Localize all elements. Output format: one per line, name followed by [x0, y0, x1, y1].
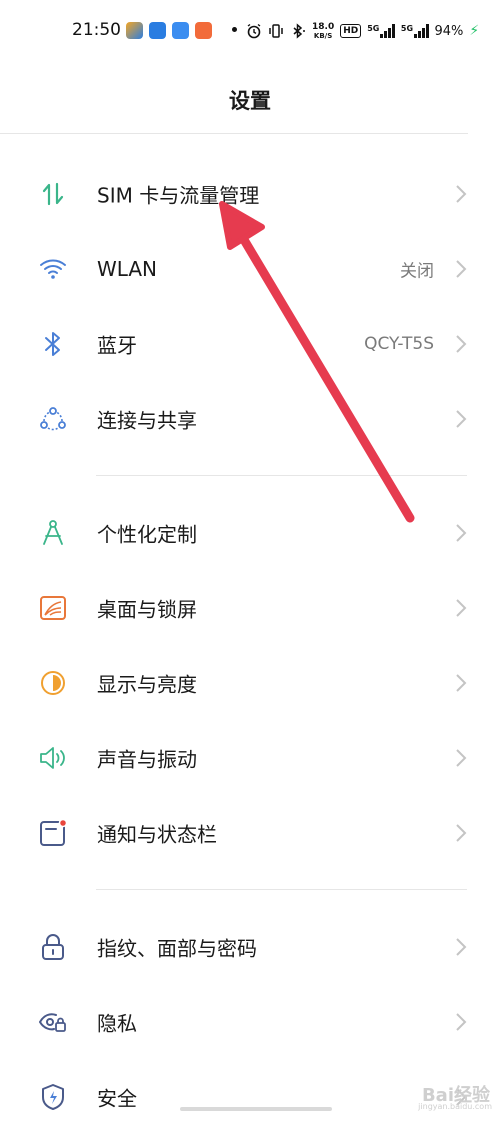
settings-item-label: 显示与亮度: [97, 672, 197, 697]
chevron-right-icon: [456, 674, 467, 692]
privacy-eye-icon: [39, 1013, 66, 1032]
chevron-right-icon: [456, 185, 467, 203]
settings-item-label: WLAN: [97, 257, 158, 281]
notification-dot: [232, 27, 237, 32]
settings-item-privacy[interactable]: 隐私: [0, 985, 500, 1059]
settings-item-notifications[interactable]: 通知与状态栏: [0, 796, 500, 870]
chevron-right-icon: [456, 824, 467, 842]
settings-item-sound[interactable]: 声音与振动: [0, 721, 500, 795]
watermark-url: jingyan.baidu.com: [418, 1102, 492, 1111]
section-divider: [96, 475, 467, 476]
settings-item-display[interactable]: 显示与亮度: [0, 646, 500, 720]
home-indicator[interactable]: [180, 1107, 332, 1111]
settings-item-value: QCY-T5S: [364, 334, 434, 354]
settings-item-label: 个性化定制: [97, 522, 197, 547]
signal-2: 5G: [401, 24, 429, 38]
section-divider: [96, 889, 467, 890]
bluetooth-status-icon: [293, 23, 305, 39]
settings-item-value: 关闭: [400, 261, 434, 282]
speaker-icon: [40, 747, 65, 769]
chevron-right-icon: [456, 260, 467, 278]
app-icon-3: [172, 22, 189, 39]
vibrate-icon: [269, 24, 283, 38]
settings-item-label: SIM 卡与流量管理: [97, 183, 260, 208]
settings-item-label: 指纹、面部与密码: [97, 936, 257, 961]
settings-item-label: 通知与状态栏: [97, 822, 217, 847]
header-divider: [0, 133, 468, 134]
lock-icon: [42, 934, 64, 960]
battery-level: 94%: [434, 23, 464, 39]
page-title: 设置: [229, 89, 271, 113]
sim-data-icon: [42, 182, 64, 206]
status-time: 21:50: [72, 20, 121, 40]
charging-icon: ⚡: [469, 23, 480, 39]
chevron-right-icon: [456, 410, 467, 428]
app-icon-1: [126, 22, 143, 39]
chevron-right-icon: [456, 938, 467, 956]
chevron-right-icon: [456, 749, 467, 767]
settings-item-label: 蓝牙: [97, 333, 137, 358]
status-right-group: 18.0 KB/S HD 5G 5G 94% ⚡: [246, 19, 479, 43]
signal-bars-1-icon: [380, 24, 395, 38]
wifi-icon: [40, 259, 66, 279]
chevron-right-icon: [456, 335, 467, 353]
shield-icon: [42, 1084, 64, 1110]
settings-item-connection[interactable]: 连接与共享: [0, 382, 500, 456]
chevron-right-icon: [456, 599, 467, 617]
signal-bars-2-icon: [414, 24, 429, 38]
settings-item-desktop[interactable]: 桌面与锁屏: [0, 571, 500, 645]
settings-item-label: 连接与共享: [97, 408, 197, 433]
alarm-icon: [247, 23, 261, 39]
compass-icon: [43, 520, 63, 545]
settings-item-label: 隐私: [97, 1011, 137, 1036]
notification-icon: [40, 818, 68, 846]
settings-item-bluetooth[interactable]: 蓝牙 QCY-T5S: [0, 307, 500, 381]
settings-item-personalization[interactable]: 个性化定制: [0, 496, 500, 570]
settings-item-sim[interactable]: SIM 卡与流量管理: [0, 157, 500, 231]
brightness-icon: [41, 671, 65, 695]
settings-item-label: 声音与振动: [97, 747, 197, 772]
settings-item-label: 安全: [97, 1086, 137, 1111]
wallpaper-icon: [40, 596, 66, 620]
app-icon-2: [149, 22, 166, 39]
settings-item-wlan[interactable]: WLAN 关闭: [0, 232, 500, 306]
settings-item-label: 桌面与锁屏: [97, 597, 197, 622]
status-bar: 21:50 18.0 KB/S HD 5G 5G 94% ⚡: [0, 0, 500, 64]
network-speed: 18.0 KB/S: [312, 21, 335, 40]
signal-1: 5G: [367, 24, 395, 38]
settings-item-biometrics[interactable]: 指纹、面部与密码: [0, 910, 500, 984]
hd-badge: HD: [340, 24, 362, 38]
share-icon: [40, 407, 66, 431]
status-app-icons: [126, 22, 212, 39]
chevron-right-icon: [456, 524, 467, 542]
chevron-right-icon: [456, 1013, 467, 1031]
bluetooth-icon: [45, 332, 60, 356]
app-icon-4: [195, 22, 212, 39]
